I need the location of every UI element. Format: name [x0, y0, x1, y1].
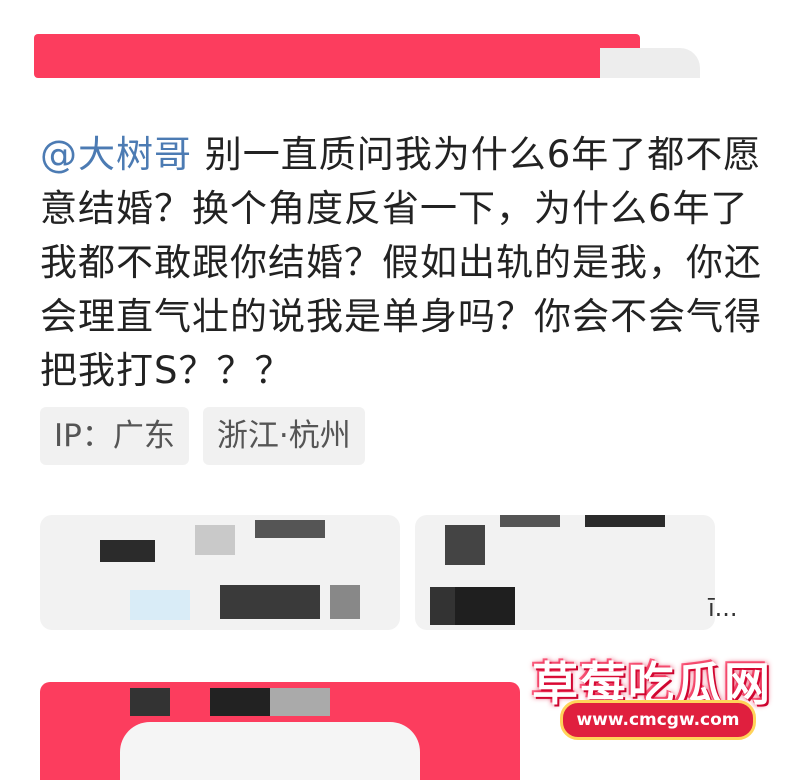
mosaic-block	[100, 540, 155, 562]
mosaic-block	[255, 520, 325, 538]
mosaic-block	[445, 525, 485, 565]
tag-row: IP：广东 浙江·杭州	[40, 407, 365, 465]
top-banner	[34, 34, 640, 78]
blurred-card-right[interactable]	[415, 515, 715, 630]
blurred-card-left[interactable]	[40, 515, 400, 630]
mention-link[interactable]: @大树哥	[40, 133, 192, 176]
top-banner-shadow	[600, 48, 700, 78]
mosaic-block	[455, 587, 515, 625]
mosaic-block	[210, 688, 270, 716]
mosaic-block	[270, 688, 330, 716]
mosaic-block	[130, 688, 170, 716]
mosaic-block	[500, 515, 560, 527]
city-tag[interactable]: 浙江·杭州	[202, 407, 365, 465]
mosaic-block	[195, 525, 235, 555]
comment-text: @大树哥 别一直质问我为什么6年了都不愿意结婚？换个角度反省一下，为什么6年了我…	[40, 128, 770, 398]
ip-location-tag: IP：广东	[40, 407, 189, 465]
watermark-url: www.cmcgw.com	[576, 710, 740, 730]
mosaic-block	[130, 590, 190, 620]
mosaic-block	[120, 722, 420, 780]
next-item-banner[interactable]	[40, 682, 520, 780]
watermark: 草莓吃瓜网 www.cmcgw.com	[520, 638, 800, 780]
mosaic-block	[330, 585, 360, 619]
mosaic-block	[220, 585, 320, 619]
more-indicator: ī...	[708, 594, 738, 622]
mosaic-block	[585, 515, 665, 527]
